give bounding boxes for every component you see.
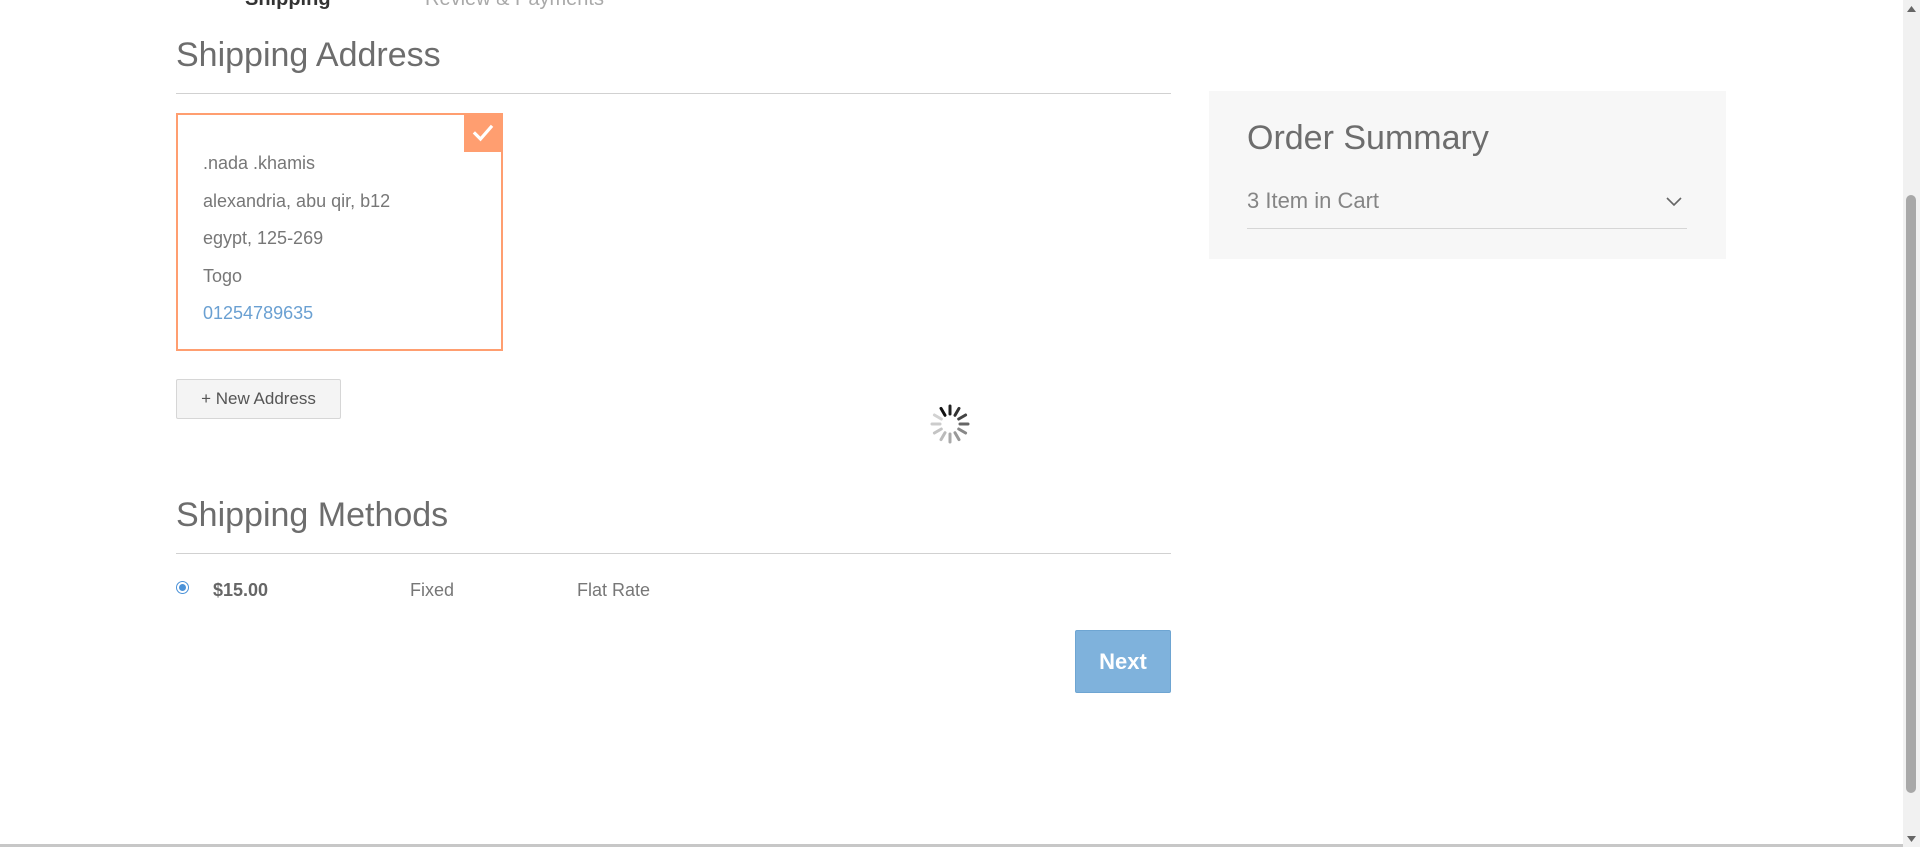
address-street: alexandria, abu qir, b12 [203,190,391,211]
shipping-methods-title: Shipping Methods [176,496,449,534]
divider [176,93,1171,94]
address-details: .nada .khamis alexandria, abu qir, b12 e… [203,145,390,333]
shipping-method-row[interactable]: $15.00 Fixed Flat Rate [176,578,976,608]
order-summary-title: Order Summary [1247,119,1489,157]
vertical-scrollbar[interactable] [1903,0,1920,847]
shipping-address-title: Shipping Address [176,36,441,74]
selected-address-card[interactable]: .nada .khamis alexandria, abu qir, b12 e… [176,113,503,351]
shipping-method-radio[interactable] [176,581,189,594]
next-button[interactable]: Next [1075,630,1171,693]
cart-items-toggle[interactable]: 3 Item in Cart [1247,188,1687,229]
step-shipping[interactable]: Shipping [245,0,331,11]
step-review-payments[interactable]: Review & Payments [425,0,604,11]
checkmark-icon [464,114,502,152]
method-type: Fixed [410,580,455,600]
order-summary-panel: Order Summary 3 Item in Cart [1209,91,1726,259]
scroll-down-arrow-icon[interactable] [1903,830,1920,847]
address-city-zip: egypt, 125-269 [203,228,324,248]
address-country: Togo [203,265,243,286]
loading-spinner-icon [930,404,970,444]
scroll-up-arrow-icon[interactable] [1903,0,1920,17]
chevron-down-icon [1666,197,1682,207]
divider [176,553,1171,554]
new-address-button[interactable]: + New Address [176,379,341,419]
method-carrier: Flat Rate [577,580,651,600]
radio-selected-dot [179,584,186,591]
address-name: .nada .khamis [203,153,316,173]
checkout-page: Shipping Review & Payments Shipping Addr… [0,0,1920,847]
address-phone-link[interactable]: 01254789635 [203,295,390,333]
method-price: $15.00 [213,580,269,600]
scrollbar-thumb[interactable] [1906,195,1916,793]
cart-items-count: 3 Item in Cart [1247,188,1380,213]
